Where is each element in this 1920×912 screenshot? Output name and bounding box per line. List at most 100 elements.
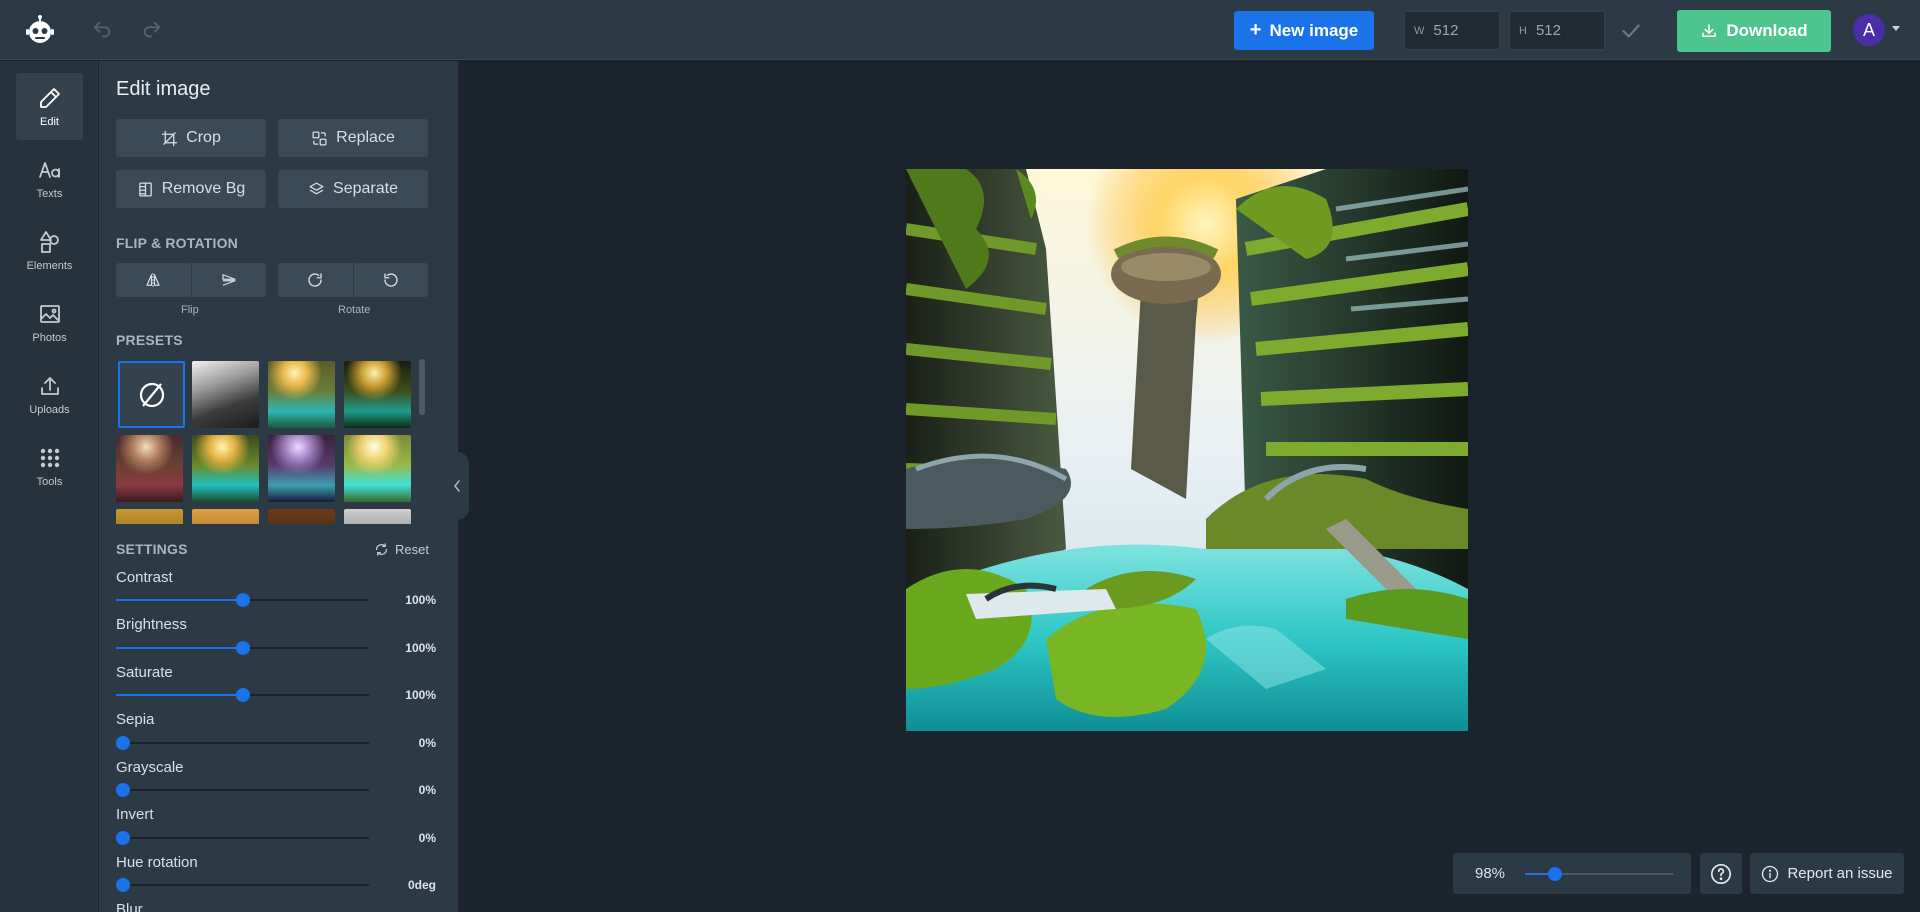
grid-icon (40, 448, 59, 467)
presets-heading: PRESETS (116, 332, 183, 348)
saturate-label: Saturate (116, 664, 173, 681)
width-input[interactable]: W 512 (1404, 11, 1500, 50)
preset-thumbnail[interactable] (344, 435, 411, 502)
brightness-value: 100% (405, 641, 436, 655)
shapes-icon (39, 230, 59, 253)
slider-thumb[interactable] (116, 783, 130, 797)
preset-thumbnail[interactable] (116, 509, 183, 524)
download-button[interactable]: Download (1677, 10, 1831, 52)
preset-thumbnail[interactable] (344, 361, 411, 428)
user-avatar[interactable]: A (1853, 14, 1885, 46)
rotate-ccw-icon (384, 273, 398, 287)
grayscale-label: Grayscale (116, 759, 184, 776)
preset-thumbnail[interactable] (344, 509, 411, 524)
pencil-icon (39, 87, 60, 108)
rail-item-elements[interactable]: Elements (16, 217, 83, 284)
rotate-caption: Rotate (338, 304, 371, 316)
replace-button[interactable]: Replace (278, 119, 428, 157)
preset-thumbnail[interactable] (116, 435, 183, 502)
upload-icon (40, 376, 59, 395)
saturate-slider[interactable] (116, 688, 369, 702)
rail-item-tools[interactable]: Tools (16, 433, 83, 500)
height-input[interactable]: H 512 (1509, 11, 1605, 50)
presets-grid (116, 359, 421, 524)
robot-logo-icon[interactable] (24, 14, 56, 46)
preset-thumbnail[interactable] (192, 361, 259, 428)
chevron-down-icon[interactable] (1892, 26, 1900, 31)
nav-rail: Edit Texts Elements Photos Uploads Tools (0, 61, 98, 912)
preset-thumbnail[interactable] (268, 435, 335, 502)
zoom-control: 98% (1453, 853, 1691, 894)
rotate-counterclockwise-button[interactable] (352, 263, 429, 297)
rail-item-texts[interactable]: Texts (16, 145, 83, 212)
collapse-panel-button[interactable] (445, 452, 469, 520)
contrast-label: Contrast (116, 569, 173, 586)
help-button[interactable] (1700, 853, 1742, 894)
sepia-label: Sepia (116, 711, 155, 728)
redo-icon (143, 21, 161, 38)
flip-rotation-heading: FLIP & ROTATION (116, 235, 238, 251)
contrast-slider[interactable] (116, 593, 369, 607)
preset-thumbnail[interactable] (268, 361, 335, 428)
slider-thumb[interactable] (235, 641, 250, 655)
rotate-clockwise-button[interactable] (278, 263, 353, 297)
rail-item-photos[interactable]: Photos (16, 289, 83, 356)
preset-thumbnail[interactable] (268, 509, 335, 524)
invert-value: 0% (418, 831, 436, 845)
preset-thumbnail[interactable] (192, 435, 259, 502)
rail-item-edit[interactable]: Edit (16, 73, 83, 140)
blur-label: Blur (116, 901, 143, 912)
flip-horizontal-icon (146, 273, 160, 287)
slider-fill (116, 647, 243, 649)
sepia-slider[interactable] (116, 736, 369, 750)
rail-item-uploads[interactable]: Uploads (16, 361, 83, 428)
flip-horizontal-button[interactable] (116, 263, 191, 297)
contrast-value: 100% (405, 593, 436, 607)
brightness-label: Brightness (116, 616, 187, 633)
canvas-image[interactable] (906, 169, 1468, 731)
image-icon (39, 304, 60, 323)
question-circle-icon (1711, 863, 1731, 884)
slider-fill (116, 694, 243, 696)
redo-button[interactable] (138, 16, 166, 44)
slider-thumb[interactable] (235, 593, 250, 607)
crop-button[interactable]: Crop (116, 119, 266, 157)
invert-label: Invert (116, 806, 154, 823)
rotate-group (278, 263, 428, 297)
top-bar: + New image W 512 H 512 Download A (0, 0, 1920, 60)
plus-icon: + (1249, 18, 1262, 41)
separate-button[interactable]: Separate (278, 170, 428, 208)
presets-scrollbar[interactable] (419, 359, 425, 415)
edit-panel: Edit image Crop Replace Remove Bg Separa… (99, 61, 458, 912)
sepia-value: 0% (418, 736, 436, 750)
new-image-button[interactable]: + New image (1234, 11, 1374, 50)
flip-vertical-button[interactable] (190, 263, 267, 297)
brightness-slider[interactable] (116, 641, 369, 655)
slider-thumb[interactable] (116, 831, 130, 845)
info-circle-icon (1762, 865, 1779, 882)
settings-heading: SETTINGS (116, 541, 188, 557)
hue-rotation-slider[interactable] (116, 878, 369, 892)
flip-caption: Flip (181, 304, 199, 316)
layers-icon (309, 181, 324, 194)
slider-thumb[interactable] (235, 688, 250, 702)
preset-thumbnail[interactable] (192, 509, 259, 524)
undo-button[interactable] (88, 16, 116, 44)
replace-icon (312, 130, 327, 146)
remove-bg-button[interactable]: Remove Bg (116, 170, 266, 208)
reset-button[interactable]: Reset (374, 542, 429, 557)
saturate-value: 100% (405, 688, 436, 702)
slider-thumb[interactable] (116, 878, 130, 892)
preset-none[interactable] (118, 361, 185, 428)
slider-fill (116, 599, 243, 601)
grayscale-slider[interactable] (116, 783, 369, 797)
apply-size-check-icon[interactable] (1618, 18, 1644, 44)
invert-slider[interactable] (116, 831, 369, 845)
slider-thumb[interactable] (116, 736, 130, 750)
report-issue-button[interactable]: Report an issue (1750, 853, 1904, 894)
grayscale-value: 0% (418, 783, 436, 797)
download-icon (1702, 24, 1717, 37)
zoom-slider-thumb[interactable] (1547, 867, 1562, 881)
refresh-icon (375, 543, 388, 556)
zoom-slider[interactable] (1525, 867, 1673, 881)
